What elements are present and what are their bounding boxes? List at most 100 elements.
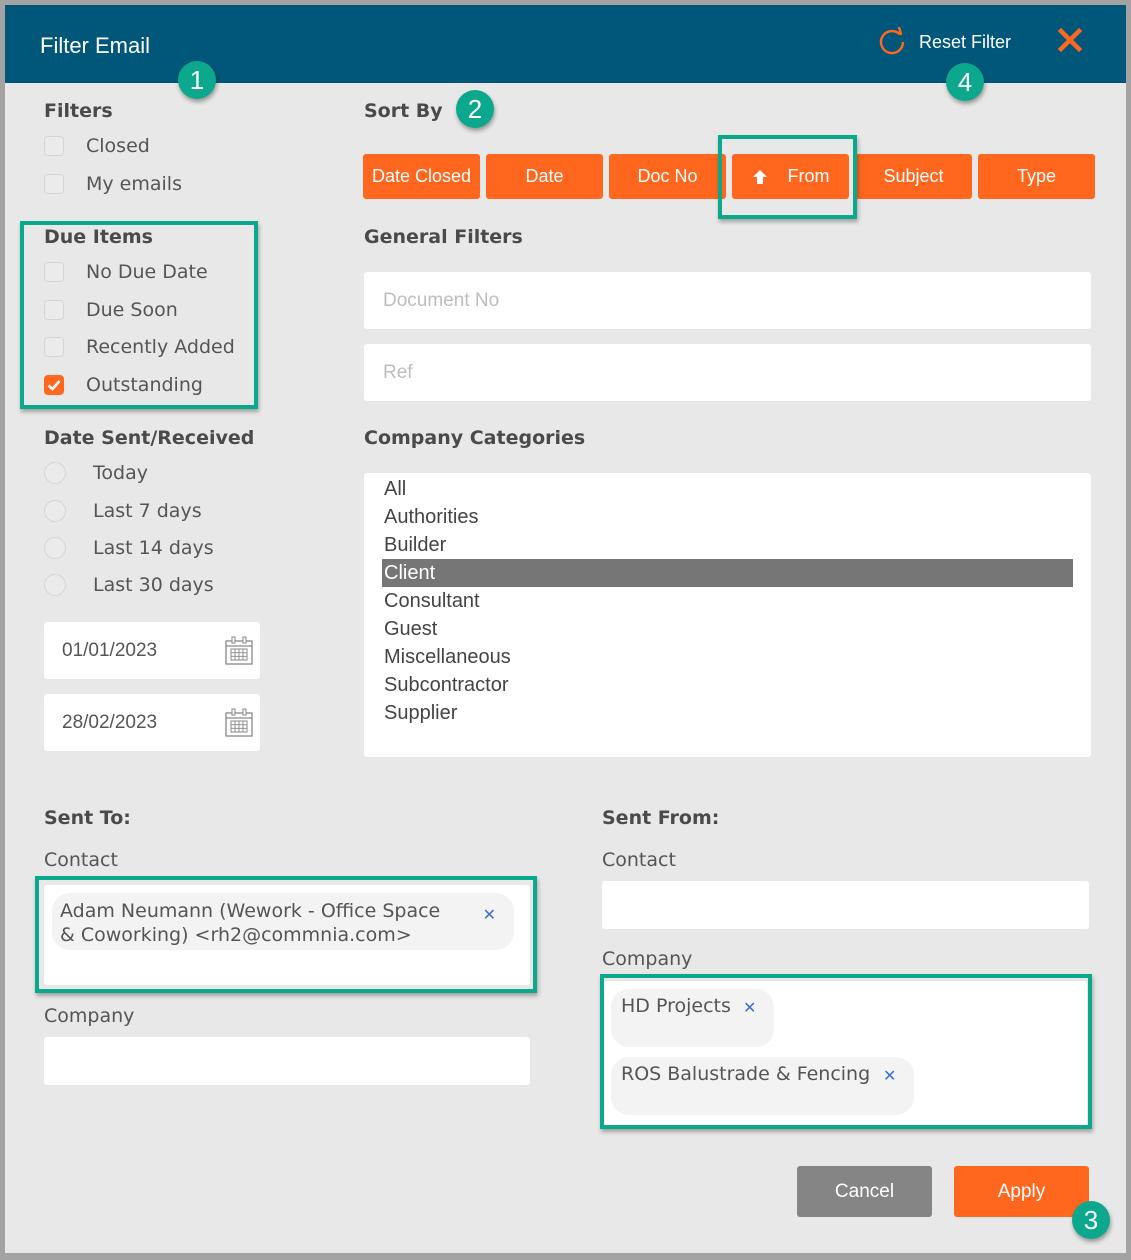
radio-label: Today [93, 462, 148, 484]
radio-last-30-days[interactable]: Last 30 days [44, 574, 214, 596]
arrow-up-icon [752, 169, 767, 184]
sort-subject-button[interactable]: Subject [855, 154, 972, 199]
sent-to-company-label: Company [44, 1005, 135, 1027]
radio-last-7-days[interactable]: Last 7 days [44, 500, 202, 522]
category-item-subcontractor[interactable]: Subcontractor [382, 671, 1073, 699]
filter-email-dialog: Filter Email Reset Filter 1 2 3 4 Filter… [5, 5, 1126, 1253]
date-sent-heading: Date Sent/Received [44, 427, 255, 449]
refresh-icon [879, 27, 905, 55]
radio-label: Last 30 days [93, 574, 214, 596]
reset-filter-label: Reset Filter [919, 31, 1012, 52]
ref-input[interactable]: Ref [364, 344, 1091, 401]
checkbox-closed[interactable]: Closed [44, 135, 150, 157]
from-date-value: 01/01/2023 [62, 639, 158, 661]
checkbox-box[interactable] [44, 337, 64, 357]
category-item-authorities[interactable]: Authorities [382, 503, 1073, 531]
sort-button-group: Date Closed Date Doc No From Subject Typ… [363, 154, 1095, 199]
remove-tag-icon[interactable]: ✕ [483, 903, 496, 927]
checkbox-box[interactable] [44, 136, 64, 156]
sort-date-button[interactable]: Date [486, 154, 603, 199]
close-icon[interactable] [1057, 25, 1083, 55]
sort-by-heading: Sort By [364, 100, 443, 122]
sent-from-heading: Sent From: [602, 807, 720, 829]
dialog-title: Filter Email [40, 33, 151, 58]
sort-button-label: Type [1016, 166, 1057, 186]
annotation-badge-3: 3 [1072, 1201, 1110, 1239]
checkbox-label: Outstanding [86, 374, 203, 396]
sort-button-label: Date Closed [371, 166, 472, 186]
category-item-miscellaneous[interactable]: Miscellaneous [382, 643, 1073, 671]
sort-doc-no-button[interactable]: Doc No [609, 154, 726, 199]
apply-label: Apply [997, 1180, 1046, 1202]
company-categories-list[interactable]: All Authorities Builder Client Consultan… [364, 473, 1091, 757]
to-date-input[interactable]: 28/02/2023 [44, 694, 260, 751]
annotation-badge-4: 4 [946, 63, 984, 101]
sort-type-button[interactable]: Type [978, 154, 1095, 199]
general-filters-heading: General Filters [364, 226, 523, 248]
radio-button[interactable] [44, 500, 66, 522]
sent-to-contact-input[interactable]: Adam Neumann (Wework - Office Space & Co… [44, 885, 530, 985]
sort-button-label: Subject [883, 166, 944, 186]
remove-tag-icon[interactable]: ✕ [883, 1066, 896, 1085]
category-item-builder[interactable]: Builder [382, 531, 1073, 559]
annotation-badge-1: 1 [178, 61, 216, 99]
checkbox-no-due-date[interactable]: No Due Date [44, 261, 208, 283]
calendar-icon[interactable] [224, 636, 254, 666]
company-tag-label: HD Projects [621, 995, 731, 1017]
checkbox-outstanding[interactable]: Outstanding [44, 374, 203, 396]
document-no-placeholder: Document No [383, 289, 500, 311]
checkbox-label: No Due Date [86, 261, 208, 283]
radio-button[interactable] [44, 462, 66, 484]
category-item-supplier[interactable]: Supplier [382, 699, 1073, 727]
radio-button[interactable] [44, 574, 66, 596]
reset-filter-button[interactable]: Reset Filter [877, 27, 1011, 57]
checkbox-label: My emails [86, 173, 182, 195]
sent-to-heading: Sent To: [44, 807, 131, 829]
sent-from-company-label: Company [602, 948, 693, 970]
apply-button[interactable]: Apply [954, 1166, 1089, 1217]
checkbox-label: Closed [86, 135, 150, 157]
category-item-client[interactable]: Client [382, 559, 1073, 587]
sort-button-label: Doc No [637, 166, 698, 186]
radio-today[interactable]: Today [44, 462, 148, 484]
annotation-badge-2: 2 [456, 90, 494, 128]
contact-tag: Adam Neumann (Wework - Office Space & Co… [52, 893, 514, 950]
sent-from-contact-input[interactable] [602, 881, 1089, 929]
category-item-consultant[interactable]: Consultant [382, 587, 1073, 615]
company-tag: ROS Balustrade & Fencing ✕ [611, 1057, 914, 1115]
checkbox-my-emails[interactable]: My emails [44, 173, 182, 195]
category-item-all[interactable]: All [382, 475, 1073, 503]
sort-date-closed-button[interactable]: Date Closed [363, 154, 480, 199]
from-date-input[interactable]: 01/01/2023 [44, 622, 260, 679]
checkbox-due-soon[interactable]: Due Soon [44, 299, 178, 321]
cancel-label: Cancel [834, 1180, 895, 1202]
sent-to-company-input[interactable] [44, 1037, 530, 1085]
document-no-input[interactable]: Document No [364, 272, 1091, 329]
checkbox-box[interactable] [44, 300, 64, 320]
category-item-guest[interactable]: Guest [382, 615, 1073, 643]
remove-tag-icon[interactable]: ✕ [743, 998, 756, 1017]
radio-last-14-days[interactable]: Last 14 days [44, 537, 214, 559]
ref-placeholder: Ref [383, 361, 413, 383]
to-date-value: 28/02/2023 [62, 711, 158, 733]
radio-button[interactable] [44, 537, 66, 559]
checkbox-label: Recently Added [86, 336, 235, 358]
sort-button-label: Date [525, 166, 564, 186]
checkbox-box-checked[interactable] [44, 375, 64, 395]
checkbox-box[interactable] [44, 174, 64, 194]
checkbox-recently-added[interactable]: Recently Added [44, 336, 235, 358]
contact-tag-label: Adam Neumann (Wework - Office Space & Co… [60, 900, 441, 946]
company-tag-label: ROS Balustrade & Fencing [621, 1063, 871, 1085]
checkbox-box[interactable] [44, 262, 64, 282]
calendar-icon[interactable] [224, 708, 254, 738]
cancel-button[interactable]: Cancel [797, 1166, 932, 1217]
checkbox-label: Due Soon [86, 299, 178, 321]
company-tag: HD Projects ✕ [611, 989, 774, 1047]
sent-to-contact-label: Contact [44, 849, 118, 871]
sort-from-button[interactable]: From [732, 154, 849, 199]
company-categories-heading: Company Categories [364, 427, 586, 449]
checkmark-icon [47, 380, 61, 391]
due-items-heading: Due Items [44, 226, 153, 248]
sent-from-contact-label: Contact [602, 849, 676, 871]
sent-from-company-input[interactable]: HD Projects ✕ ROS Balustrade & Fencing ✕ [604, 981, 1087, 1125]
